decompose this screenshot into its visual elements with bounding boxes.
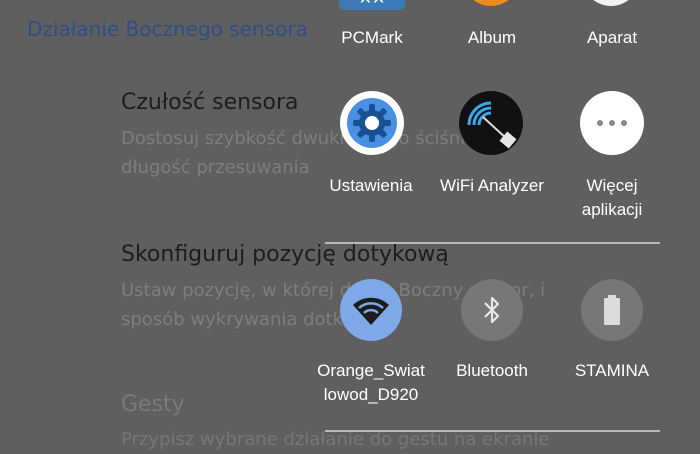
section-divider <box>325 242 660 244</box>
app-label: Więcej <box>586 176 638 195</box>
wifi-icon <box>340 279 402 341</box>
item-title: Czułość sensora <box>121 90 299 115</box>
app-label: Bluetooth <box>456 361 528 380</box>
app-label: WiFi Analyzer <box>440 176 544 195</box>
pcmark-icon: ✕✕ <box>339 0 405 10</box>
app-label: Orange_Swiat <box>317 361 425 380</box>
svg-text:✕✕: ✕✕ <box>359 0 386 8</box>
app-label: STAMINA <box>574 361 650 380</box>
page-header: Działanie Bocznego sensora <box>27 17 308 41</box>
wifi-analyzer-icon <box>459 91 523 155</box>
app-label: aplikacji <box>581 200 643 219</box>
app-label: Album <box>467 28 517 47</box>
app-label: lowod_D920 <box>323 385 419 404</box>
app-label: Aparat <box>586 28 638 47</box>
app-label: PCMark <box>341 28 403 47</box>
gear-icon <box>340 91 404 155</box>
more-icon <box>580 91 644 155</box>
section-divider <box>325 430 660 432</box>
album-icon <box>462 0 520 6</box>
item-title: Skonfiguruj pozycję dotykową <box>121 242 449 267</box>
battery-icon <box>581 279 643 341</box>
item-title: Gesty <box>121 392 185 417</box>
camera-icon <box>582 0 640 6</box>
app-label: Ustawienia <box>329 176 413 195</box>
bluetooth-icon <box>461 279 523 341</box>
